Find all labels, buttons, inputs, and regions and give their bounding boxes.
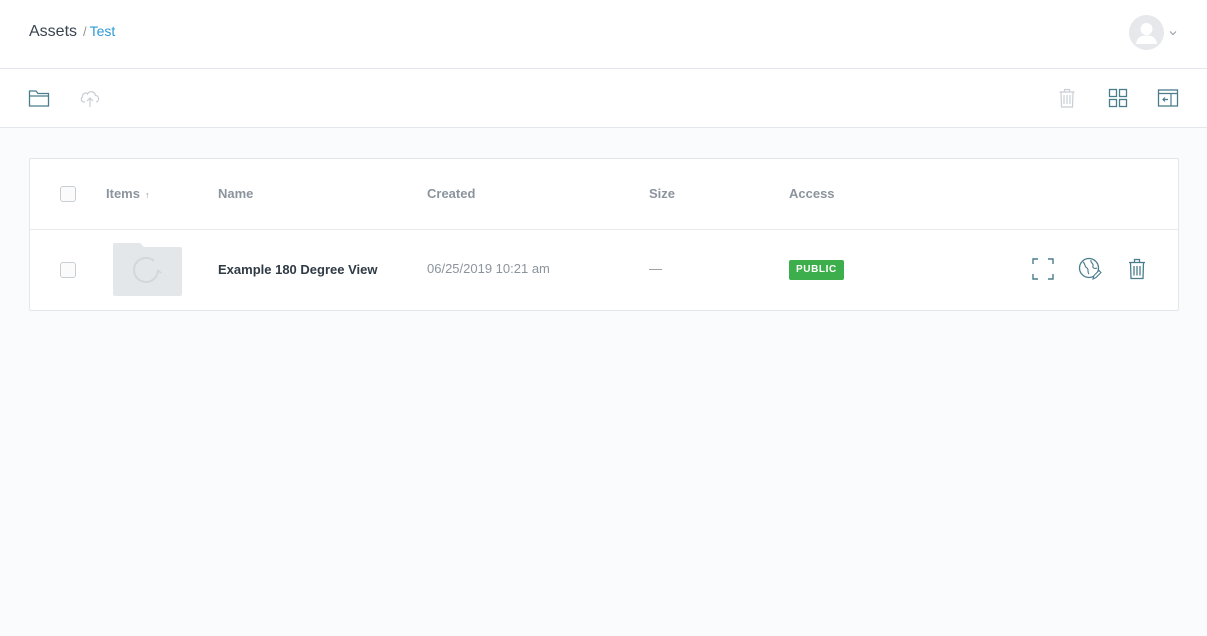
user-menu[interactable] — [1129, 15, 1177, 50]
toolbar — [0, 69, 1207, 128]
column-size[interactable]: Size — [649, 186, 675, 201]
row-checkbox[interactable] — [60, 262, 76, 278]
asset-created: 06/25/2019 10:21 am — [427, 261, 550, 276]
folder-icon[interactable] — [28, 87, 50, 109]
trash-icon[interactable] — [1056, 87, 1078, 109]
trash-icon[interactable] — [1125, 257, 1149, 281]
grid-view-icon[interactable] — [1107, 87, 1129, 109]
folder-loading-icon[interactable] — [113, 243, 182, 296]
select-all-checkbox[interactable] — [60, 186, 76, 202]
table-row[interactable]: Example 180 Degree View 06/25/2019 10:21… — [30, 230, 1178, 311]
column-created[interactable]: Created — [427, 186, 475, 201]
column-items-label: Items — [106, 186, 140, 201]
cloud-upload-icon[interactable] — [79, 87, 101, 109]
column-access[interactable]: Access — [789, 186, 835, 201]
chevron-down-icon[interactable] — [1169, 30, 1177, 36]
top-header: Assets / Test — [0, 0, 1207, 69]
breadcrumb-current[interactable]: Test — [90, 23, 116, 39]
breadcrumb-separator: / — [83, 24, 87, 39]
user-avatar-icon[interactable] — [1129, 15, 1164, 50]
asset-size: — — [649, 261, 662, 276]
access-badge: PUBLIC — [789, 260, 844, 280]
breadcrumb: Assets / Test — [29, 23, 115, 41]
column-items[interactable]: Items ↑ — [106, 186, 149, 201]
asset-name[interactable]: Example 180 Degree View — [218, 262, 377, 277]
assets-table: Items ↑ Name Created Size Access Example … — [29, 158, 1179, 311]
breadcrumb-root[interactable]: Assets — [29, 23, 77, 41]
globe-edit-icon[interactable] — [1078, 257, 1102, 281]
fullscreen-icon[interactable] — [1031, 257, 1055, 281]
sort-ascending-icon[interactable]: ↑ — [145, 190, 150, 200]
column-name[interactable]: Name — [218, 186, 253, 201]
collapse-panel-icon[interactable] — [1157, 87, 1179, 109]
table-header: Items ↑ Name Created Size Access — [30, 159, 1178, 230]
